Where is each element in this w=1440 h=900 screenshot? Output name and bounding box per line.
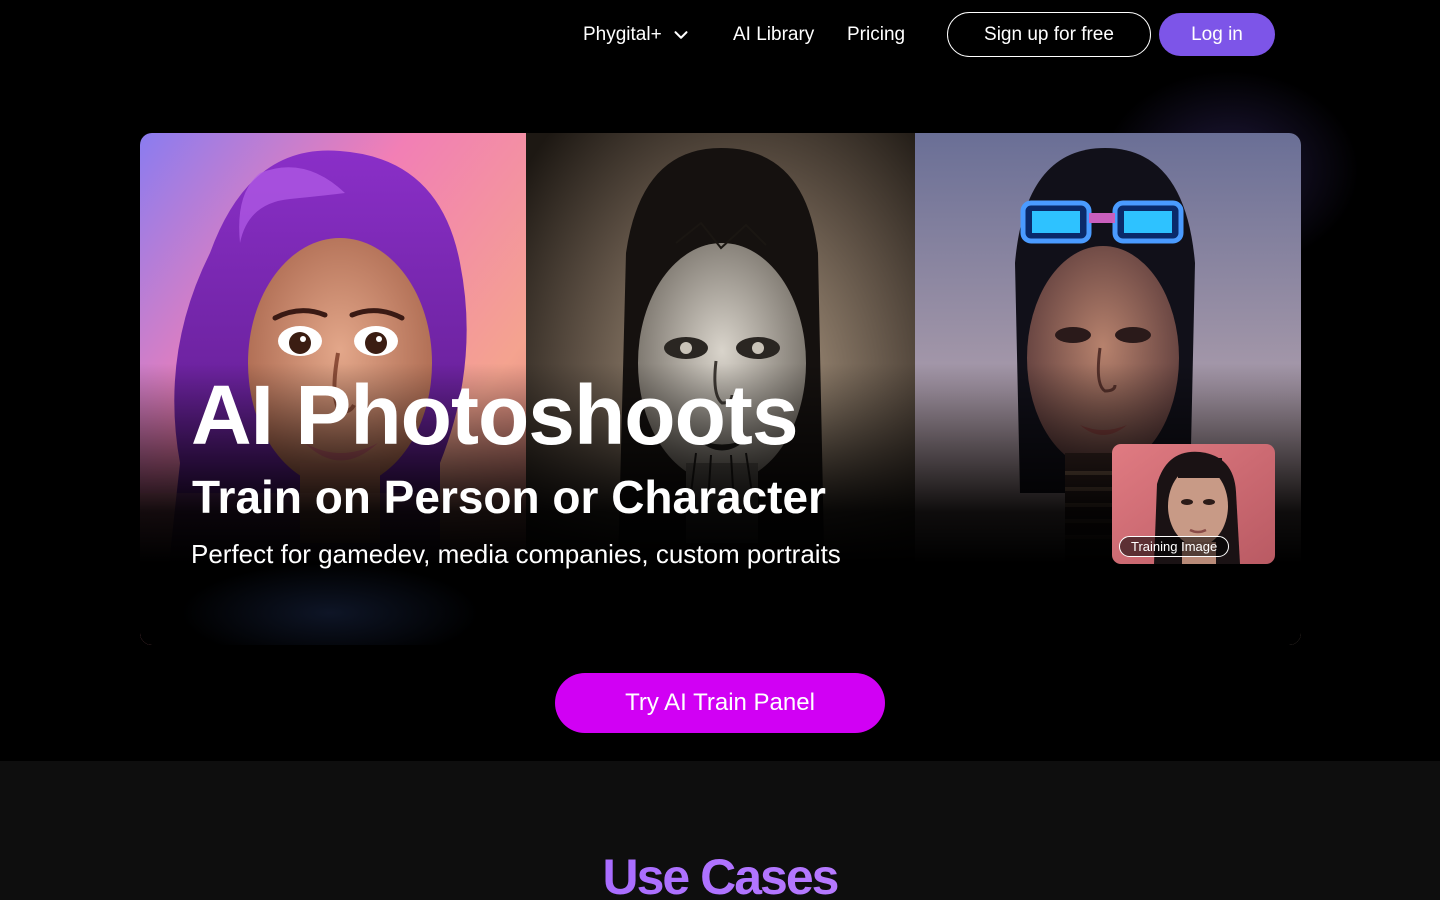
use-cases-heading: Use Cases — [0, 848, 1440, 900]
nav-link-pricing[interactable]: Pricing — [847, 22, 905, 48]
hero-subtitle: Train on Person or Character — [192, 471, 826, 523]
hero-bottom-glow — [180, 563, 480, 645]
top-navigation: Phygital+ AI Library Pricing Sign up for… — [0, 0, 1440, 70]
nav-phygital-label: Phygital+ — [583, 24, 662, 45]
try-ai-train-panel-button[interactable]: Try AI Train Panel — [555, 673, 885, 733]
nav-menu-phygital[interactable]: Phygital+ — [583, 22, 692, 48]
hero-title: AI Photoshoots — [191, 368, 799, 462]
page: Phygital+ AI Library Pricing Sign up for… — [0, 0, 1440, 900]
training-image-badge: Training Image — [1119, 536, 1230, 557]
nav-link-ai-library[interactable]: AI Library — [733, 22, 814, 48]
chevron-down-icon — [670, 24, 692, 46]
training-image-thumbnail: Training Image — [1112, 444, 1275, 564]
login-button[interactable]: Log in — [1159, 13, 1275, 56]
hero-description: Perfect for gamedev, media companies, cu… — [191, 539, 841, 569]
signup-button[interactable]: Sign up for free — [947, 12, 1151, 57]
